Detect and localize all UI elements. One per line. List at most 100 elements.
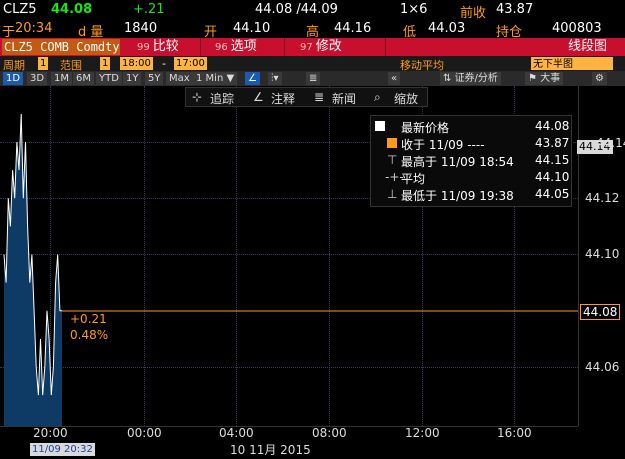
- prev-close-value: 43.87: [496, 2, 534, 17]
- legend-label: 最低于 11/09 19:38: [401, 189, 514, 203]
- edit-menu[interactable]: 97 修改: [300, 38, 342, 56]
- x-tick-label: 20:00: [33, 426, 68, 440]
- x-tick-label: 08:00: [312, 426, 347, 440]
- legend-panel: 最新价格 44.08 收于 11/09 ---- 43.87 ⊤ 最高于 11/…: [370, 115, 572, 207]
- range-1m[interactable]: 1M: [51, 72, 72, 85]
- news-button[interactable]: 新闻: [332, 90, 356, 107]
- interval-select[interactable]: 1 Min ▼: [193, 72, 238, 85]
- period-input[interactable]: 1: [38, 57, 49, 70]
- start-time-input[interactable]: 18:00: [120, 57, 153, 70]
- x-tick-label: 16:00: [497, 426, 532, 440]
- line-chart-icon[interactable]: ∠: [245, 72, 260, 85]
- compare-menu-label: 比较: [152, 39, 179, 54]
- edit-menu-label: 修改: [315, 39, 342, 54]
- y-tick-label: 44.12: [585, 191, 620, 205]
- range-dash: -: [162, 57, 166, 70]
- high-marker-icon: ⊤: [387, 153, 398, 167]
- legend-value: 44.10: [535, 170, 570, 184]
- low-value: 44.03: [428, 21, 466, 36]
- range-input[interactable]: 1: [100, 57, 111, 70]
- options-menu-label: 选项: [230, 39, 257, 54]
- low-marker-icon: ⊥: [387, 187, 398, 201]
- lower-chart-select[interactable]: 无下半图: [531, 57, 613, 70]
- compare-menu-num: 99: [137, 42, 150, 53]
- net-change: +.21: [133, 2, 165, 17]
- x-tick-label: 04:00: [219, 426, 254, 440]
- crosshair-icon[interactable]: ⊹: [192, 90, 202, 104]
- legend-row: -+- 平均 44.10: [375, 170, 569, 186]
- zoom-button[interactable]: 缩放: [394, 90, 418, 107]
- divider: [385, 38, 386, 56]
- chart-type-label[interactable]: 线段图: [568, 38, 607, 56]
- legend-value: 44.05: [535, 187, 570, 201]
- legend-label: 平均: [401, 172, 426, 186]
- quote-header-row-1: CLZ5 44.08 +.21 44.08 /44.09 1×6 前收 43.8…: [0, 0, 625, 21]
- bid-ask-size: 1×6: [400, 2, 428, 17]
- chart-toolbar: 1D 3D 1M 6M YTD 1Y 5Y Max 1 Min ▼ ∠ ⫶▾ ≣…: [0, 71, 625, 86]
- date-label: 10 11月 2015: [230, 443, 311, 457]
- events-button[interactable]: ⚑ 大事: [525, 72, 564, 85]
- y-tick-label: 44.10: [585, 247, 620, 261]
- x-tick-label: 00:00: [127, 426, 162, 440]
- quote-header-row-2: 于 20:34 d 量 1840 开 44.10 高 44.16 低 44.03…: [0, 19, 625, 40]
- x-axis-line: [0, 426, 578, 427]
- annotate-button[interactable]: 注释: [271, 90, 295, 107]
- legend-label: 收于 11/09 ----: [401, 138, 485, 152]
- volume-value: 1840: [124, 21, 158, 36]
- price-chart[interactable]: +0.21 0.48% ⊹ 追踪 ∠ 注释 ≣ 新闻 ⌕ 缩放 最新价格 44.…: [0, 86, 625, 459]
- prev-close-swatch: [387, 138, 397, 148]
- annotation-toolbar: ⊹ 追踪 ∠ 注释 ≣ 新闻 ⌕ 缩放: [185, 87, 428, 107]
- legend-row: 最新价格 44.08: [375, 119, 569, 135]
- y-axis-line: [578, 86, 579, 426]
- range-1d[interactable]: 1D: [3, 72, 24, 85]
- legend-label: 最高于 11/09 18:54: [401, 155, 514, 169]
- time-value: 20:34: [15, 21, 53, 36]
- range-3d[interactable]: 3D: [27, 72, 48, 85]
- security-field[interactable]: CLZ5 COMB Comdty: [2, 39, 120, 55]
- divider: [284, 38, 285, 56]
- change-abs: +0.21: [70, 312, 107, 326]
- range-6m[interactable]: 6M: [73, 72, 94, 85]
- legend-value: 43.87: [535, 136, 570, 150]
- legend-row: ⊥ 最低于 11/09 19:38 44.05: [375, 187, 569, 203]
- zoom-icon[interactable]: ⌕: [374, 90, 381, 105]
- range-5y[interactable]: 5Y: [145, 72, 164, 85]
- settings-gear-icon[interactable]: ⚙: [592, 72, 607, 85]
- bar-chart-icon[interactable]: ⫶▾: [268, 72, 282, 85]
- y-tick-label: 44.06: [585, 360, 620, 374]
- change-pct: 0.48%: [70, 328, 109, 342]
- collapse-icon[interactable]: «: [388, 72, 401, 85]
- table-icon[interactable]: ≣: [306, 72, 321, 85]
- range-ytd[interactable]: YTD: [96, 72, 122, 85]
- x-tick-label: 12:00: [405, 426, 440, 440]
- open-interest-value: 400803: [552, 21, 602, 36]
- high-value: 44.16: [334, 21, 372, 36]
- last-price-swatch: [375, 121, 385, 131]
- range-max[interactable]: Max: [166, 72, 193, 85]
- pen-icon[interactable]: ∠: [253, 90, 264, 104]
- legend-row: 收于 11/09 ---- 43.87: [375, 136, 569, 152]
- track-button[interactable]: 追踪: [210, 90, 234, 107]
- legend-value: 44.15: [535, 153, 570, 167]
- y-tick-label: 44.14: [596, 136, 625, 150]
- options-menu[interactable]: 96 选项: [215, 38, 257, 56]
- events-label: 大事: [540, 73, 561, 84]
- lower-chart-value: 无下半图: [533, 59, 573, 70]
- open-value: 44.10: [233, 21, 271, 36]
- divider: [200, 38, 201, 56]
- legend-label: 最新价格: [401, 121, 450, 135]
- ticker-symbol[interactable]: CLZ5: [3, 2, 37, 17]
- news-icon[interactable]: ≣: [314, 90, 324, 104]
- last-price: 44.08: [51, 2, 93, 17]
- function-bar: CLZ5 COMB Comdty 99 比较 96 选项 97 修改 线段图: [0, 38, 625, 56]
- bid-ask: 44.08 /44.09: [255, 2, 338, 17]
- range-1y[interactable]: 1Y: [123, 72, 142, 85]
- compare-menu[interactable]: 99 比较: [137, 38, 179, 56]
- legend-value: 44.08: [535, 119, 570, 133]
- securities-analysis-button[interactable]: ⇅ 证券/分析: [440, 72, 501, 85]
- end-time-input[interactable]: 17:00: [174, 57, 207, 70]
- options-menu-num: 96: [215, 42, 228, 53]
- legend-row: ⊤ 最高于 11/09 18:54 44.15: [375, 153, 569, 169]
- cursor-time-tag: 11/09 20:32: [30, 443, 95, 456]
- last-price-tag: 44.08: [580, 304, 621, 320]
